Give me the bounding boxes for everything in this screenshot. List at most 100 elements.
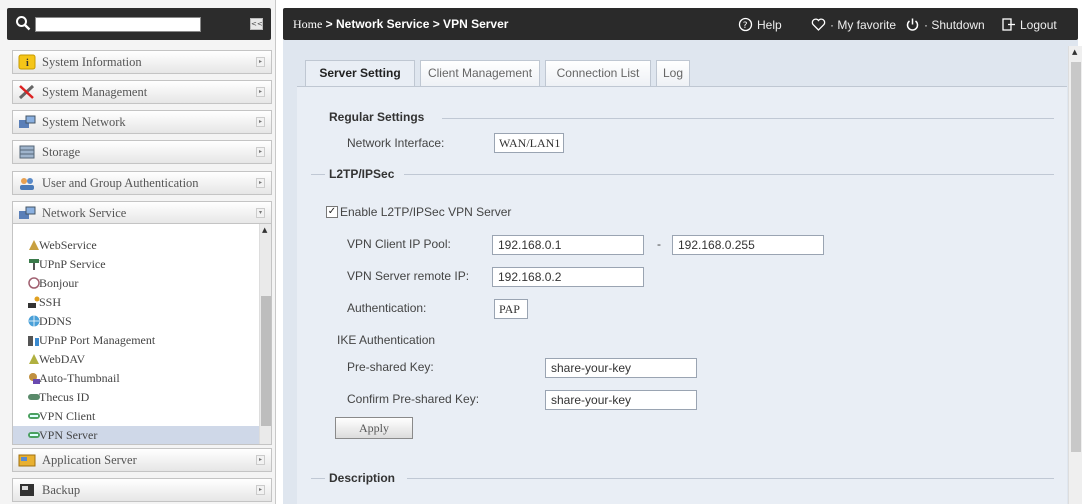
page-scrollbar[interactable]: ▲ [1068, 46, 1082, 504]
tab-client-management[interactable]: Client Management [420, 60, 540, 86]
ip-pool-separator: - [657, 237, 661, 251]
scrollbar-thumb[interactable] [261, 296, 271, 426]
ip-pool-end-input[interactable] [672, 235, 824, 255]
search-icon[interactable] [15, 15, 31, 31]
menu-system-information[interactable]: i System Information ▸ [12, 50, 272, 74]
tools-icon [18, 84, 35, 100]
scrollbar-thumb[interactable] [1071, 62, 1081, 452]
menu-label: System Network [42, 115, 126, 129]
menu-label: System Management [42, 85, 148, 99]
section-title-l2tp-ipsec: L2TP/IPSec [329, 167, 395, 181]
sidebar-item-ssh[interactable]: SSH [13, 293, 261, 311]
sidebar-item-label: Bonjour [39, 276, 79, 290]
collapse-arrow-icon: ▾ [256, 208, 265, 218]
section-divider [311, 174, 325, 175]
expand-arrow-icon: ▸ [256, 147, 265, 157]
network-interface-value: WAN/LAN1 [494, 133, 564, 153]
sidebar-item-label: UPnP Service [39, 257, 106, 271]
menu-user-group-authentication[interactable]: User and Group Authentication ▸ [12, 171, 272, 195]
info-icon: i [18, 54, 36, 70]
my-favorite-button[interactable]: · My favorite [811, 17, 896, 32]
ike-authentication-label: IKE Authentication [337, 333, 436, 347]
sidebar-item-webservice[interactable]: WebService [13, 236, 261, 254]
sidebar-item-upnp-port-management[interactable]: UPnP Port Management [13, 331, 261, 349]
users-icon [20, 178, 34, 190]
sidebar-item-thecus-id[interactable]: Thecus ID [13, 388, 261, 406]
authentication-label: Authentication: [347, 301, 427, 315]
expand-arrow-icon: ▸ [256, 87, 265, 97]
sidebar-item-auto-thumbnail[interactable]: Auto-Thumbnail [13, 369, 261, 387]
submenu-scrollbar[interactable]: ▲ [259, 224, 271, 444]
sidebar-item-vpn-server[interactable]: VPN Server [13, 426, 261, 444]
favorite-label: · My favorite [830, 17, 897, 32]
expand-arrow-icon: ▸ [256, 455, 265, 465]
breadcrumb-home-link[interactable]: Home [293, 17, 322, 31]
menu-label: Backup [42, 483, 81, 497]
heart-icon [811, 18, 826, 31]
menu-label: Storage [42, 145, 81, 159]
storage-icon [19, 145, 35, 159]
authentication-value: PAP [494, 299, 528, 319]
tab-server-setting[interactable]: Server Setting [305, 60, 415, 87]
tab-log[interactable]: Log [656, 60, 690, 86]
sidebar-item-webdav[interactable]: WebDAV [13, 350, 261, 368]
breadcrumb: Home > Network Service > VPN Server [293, 17, 508, 32]
shutdown-label: · Shutdown [924, 17, 985, 32]
apply-button[interactable]: Apply [335, 417, 413, 439]
menu-label: User and Group Authentication [42, 176, 199, 190]
sidebar-item-label: SSH [39, 295, 62, 309]
vpn-server-remote-ip-label: VPN Server remote IP: [347, 269, 470, 283]
help-label: Help [757, 17, 782, 32]
sidebar-item-label: VPN Client [39, 409, 96, 423]
network-service-submenu: WebService UPnP Service Bonjour SSH DDNS… [12, 223, 272, 445]
sidebar-item-label: Thecus ID [39, 390, 90, 404]
network-interface-label: Network Interface: [347, 136, 445, 150]
section-divider [311, 478, 325, 479]
help-button[interactable]: ? Help [738, 17, 782, 32]
sidebar-item-ddns[interactable]: DDNS [13, 312, 261, 330]
menu-application-server[interactable]: Application Server ▸ [12, 448, 272, 472]
expand-arrow-icon: ▸ [256, 57, 265, 67]
backup-icon [20, 484, 34, 496]
sidebar-item-label: WebService [39, 238, 97, 252]
sidebar: << i System Information ▸ System Managem… [0, 0, 276, 504]
network-service-icon [19, 206, 36, 219]
sidebar-item-label: Auto-Thumbnail [39, 371, 120, 385]
collapse-sidebar-button[interactable]: << [250, 18, 263, 30]
breadcrumb-path: > Network Service > VPN Server [322, 17, 509, 31]
confirm-pre-shared-key-input[interactable] [545, 390, 697, 410]
ip-pool-start-input[interactable] [492, 235, 644, 255]
section-divider [442, 118, 1054, 119]
section-divider [407, 478, 1054, 479]
scroll-up-arrow-icon[interactable]: ▲ [1072, 48, 1077, 56]
sidebar-item-label: UPnP Port Management [39, 333, 156, 347]
search-input[interactable] [35, 17, 201, 32]
menu-system-network[interactable]: System Network ▸ [12, 110, 272, 134]
menu-system-management[interactable]: System Management ▸ [12, 80, 272, 104]
shutdown-button[interactable]: · Shutdown [905, 17, 985, 32]
enable-l2tp-checkbox[interactable]: ✓ [326, 206, 338, 218]
menu-storage[interactable]: Storage ▸ [12, 140, 272, 164]
confirm-pre-shared-key-label: Confirm Pre-shared Key: [347, 392, 480, 406]
svg-text:?: ? [743, 21, 748, 31]
svg-text:i: i [26, 58, 29, 69]
scroll-up-arrow-icon[interactable]: ▲ [262, 226, 267, 234]
expand-arrow-icon: ▸ [256, 178, 265, 188]
sidebar-item-bonjour[interactable]: Bonjour [13, 274, 261, 292]
vpn-client-ip-pool-label: VPN Client IP Pool: [347, 237, 451, 251]
remote-ip-input[interactable] [492, 267, 644, 287]
sidebar-item-upnp-service[interactable]: UPnP Service [13, 255, 261, 273]
sidebar-item-label: VPN Server [39, 428, 98, 442]
menu-backup[interactable]: Backup ▸ [12, 478, 272, 502]
tab-connection-list[interactable]: Connection List [545, 60, 651, 86]
sidebar-item-vpn-client[interactable]: VPN Client [13, 407, 261, 425]
logout-button[interactable]: Logout [1001, 17, 1057, 32]
menu-label: Application Server [42, 453, 137, 467]
menu-network-service[interactable]: Network Service ▾ [12, 201, 272, 225]
pre-shared-key-input[interactable] [545, 358, 697, 378]
top-header: Home > Network Service > VPN Server ? He… [283, 8, 1078, 40]
sidebar-item-label: WebDAV [39, 352, 86, 366]
logout-label: Logout [1020, 17, 1057, 32]
enable-l2tp-label: Enable L2TP/IPSec VPN Server [340, 205, 512, 219]
logout-icon [1002, 18, 1015, 31]
